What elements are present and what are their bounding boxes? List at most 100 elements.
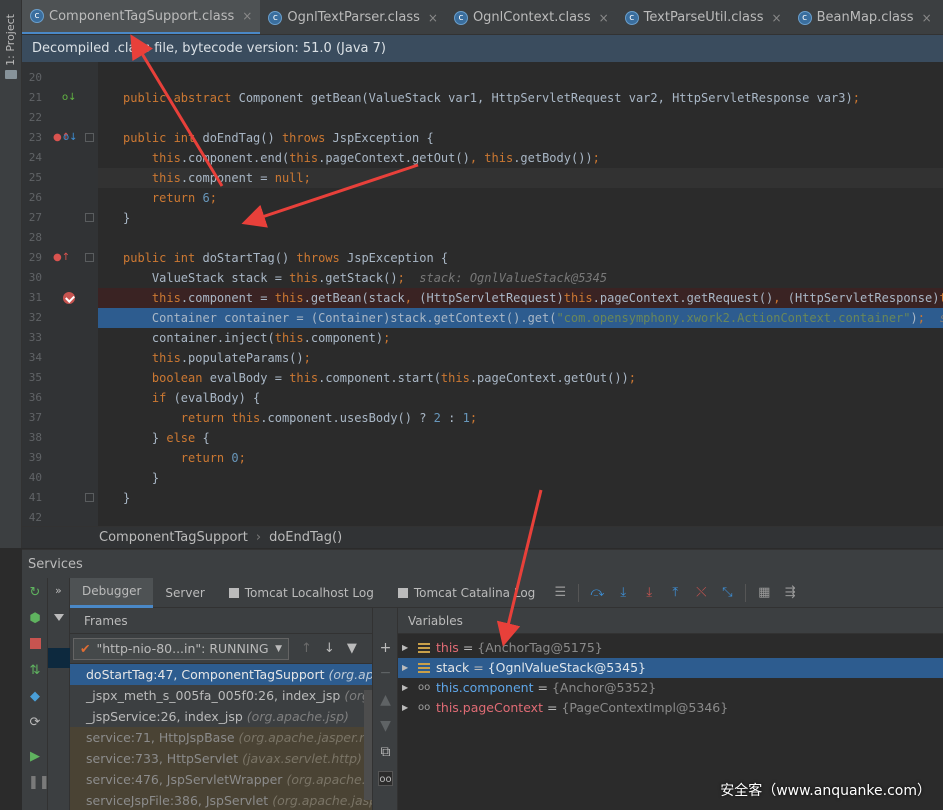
breadcrumb-class[interactable]: ComponentTagSupport [99, 530, 248, 545]
line-number[interactable]: 34 [22, 348, 42, 368]
move-up-icon[interactable]: ▲ [378, 693, 393, 708]
line-number[interactable]: 29 [22, 248, 42, 268]
chevron-right-icon[interactable]: » [55, 584, 62, 597]
line-number[interactable]: 42 [22, 508, 42, 528]
expand-arrow-icon[interactable]: ▶ [402, 678, 412, 698]
arrow-up-icon[interactable]: ↑ [301, 641, 312, 656]
code-line[interactable]: boolean evalBody = this.component.start(… [98, 368, 943, 388]
copy-icon[interactable]: ⧉ [378, 745, 393, 760]
line-number[interactable]: 35 [22, 368, 42, 388]
trace-icon[interactable]: ⇶ [780, 583, 800, 603]
close-icon[interactable]: × [242, 9, 252, 23]
overrides-icon[interactable]: ●↑ [53, 248, 70, 268]
frame-item[interactable]: doStartTag:47, ComponentTagSupport (org.… [70, 664, 372, 685]
filter-icon[interactable]: ▼ [347, 641, 357, 656]
tab-0[interactable]: c ComponentTagSupport.class × [22, 0, 261, 34]
deploy-icon[interactable]: ⇅ [28, 664, 42, 678]
resume-icon[interactable]: ▶ [28, 750, 42, 764]
line-number[interactable]: 31 [22, 288, 42, 308]
thread-select[interactable]: ✔ "http-nio-80...in": RUNNING ▼ [73, 637, 289, 660]
code-line[interactable] [98, 108, 943, 128]
fold-icon[interactable] [85, 133, 94, 142]
run-to-cursor-icon[interactable]: ⤡ [717, 583, 737, 603]
fold-icon[interactable] [85, 213, 94, 222]
remove-watch-icon[interactable]: − [378, 666, 393, 681]
code-line[interactable]: public abstract Component getBean(ValueS… [98, 88, 943, 108]
add-watch-icon[interactable]: + [378, 641, 393, 656]
expand-triangle-icon[interactable] [54, 614, 64, 621]
debugger-tab-1[interactable]: Server [153, 578, 216, 608]
group-icon[interactable]: ◆ [28, 690, 42, 704]
services-tree-selection[interactable] [48, 648, 70, 668]
line-number[interactable]: 26 [22, 188, 42, 208]
line-number[interactable]: 33 [22, 328, 42, 348]
expand-arrow-icon[interactable]: ▶ [402, 658, 412, 678]
line-number[interactable]: 40 [22, 468, 42, 488]
refresh-icon[interactable]: ⟳ [28, 716, 42, 730]
breakpoint-icon[interactable] [63, 292, 75, 304]
tab-2[interactable]: c OgnlContext.class × [446, 0, 617, 34]
code-line[interactable]: this.component.end(this.pageContext.getO… [98, 148, 943, 168]
line-number[interactable]: 20 [22, 68, 42, 88]
code-line[interactable]: if (evalBody) { [98, 388, 943, 408]
code-line[interactable]: } [98, 208, 943, 228]
folder-icon[interactable] [5, 70, 17, 79]
line-number[interactable]: 37 [22, 408, 42, 428]
force-step-into-icon[interactable]: ⤓ [639, 583, 659, 603]
frame-item[interactable]: _jspx_meth_s_005fa_005f0:26, index_jsp (… [70, 685, 372, 706]
close-icon[interactable]: × [428, 11, 438, 25]
tab-1[interactable]: c OgnlTextParser.class × [260, 0, 446, 34]
expand-arrow-icon[interactable]: ▶ [402, 638, 412, 658]
code-line[interactable] [98, 228, 943, 248]
line-number[interactable]: 22 [22, 108, 42, 128]
code-line[interactable] [98, 68, 943, 88]
arrow-down-icon[interactable]: ↓ [324, 641, 335, 656]
step-into-icon[interactable]: ⤓ [613, 583, 633, 603]
close-icon[interactable]: × [772, 11, 782, 25]
code-line[interactable]: public int doEndTag() throws JspExceptio… [98, 128, 943, 148]
move-down-icon[interactable]: ▼ [378, 719, 393, 734]
close-icon[interactable]: × [922, 11, 932, 25]
frames-scrollbar[interactable] [364, 690, 372, 800]
line-number[interactable]: 30 [22, 268, 42, 288]
rerun-icon[interactable]: ↻ [28, 586, 42, 600]
code-line[interactable]: this.populateParams(); [98, 348, 943, 368]
fold-icon[interactable] [85, 493, 94, 502]
step-out-icon[interactable]: ⤒ [665, 583, 685, 603]
variable-row[interactable]: ▶ oo this.pageContext = {PageContextImpl@534… [398, 698, 943, 718]
frame-item[interactable]: service:476, JspServletWrapper (org.apac… [70, 769, 372, 790]
frame-item[interactable]: serviceJspFile:386, JspServlet (org.apac… [70, 790, 372, 810]
debugger-tab-3[interactable]: Tomcat Catalina Log [386, 578, 547, 608]
implemented-icon[interactable]: o↓ [63, 128, 78, 148]
line-number[interactable]: 36 [22, 388, 42, 408]
frame-item[interactable]: _jspService:26, index_jsp (org.apache.js… [70, 706, 372, 727]
code-line[interactable]: } else { [98, 428, 943, 448]
implemented-icon[interactable]: o↓ [62, 88, 77, 108]
code-line[interactable]: ValueStack stack = this.getStack(); stac… [98, 268, 943, 288]
variable-row[interactable]: ▶ oo this.component = {Anchor@5352} [398, 678, 943, 698]
code-line[interactable] [98, 508, 943, 526]
code-line[interactable]: return this.component.usesBody() ? 2 : 1… [98, 408, 943, 428]
code-line[interactable]: return 0; [98, 448, 943, 468]
pause-icon[interactable]: ❚❚ [28, 776, 50, 790]
variable-row[interactable]: ▶ stack = {OgnlValueStack@5345} [398, 658, 943, 678]
stop-icon[interactable] [28, 638, 42, 652]
line-number[interactable]: 39 [22, 448, 42, 468]
update-app-icon[interactable]: ⬢ [28, 612, 42, 626]
line-number[interactable]: 27 [22, 208, 42, 228]
code-line[interactable]: } [98, 468, 943, 488]
code-editor[interactable]: public abstract Component getBean(ValueS… [98, 62, 943, 526]
frame-item[interactable]: service:71, HttpJspBase (org.apache.jasp… [70, 727, 372, 748]
variable-row[interactable]: ▶ this = {AnchorTag@5175} [398, 638, 943, 658]
debugger-tab-0[interactable]: Debugger [70, 577, 154, 608]
fold-icon[interactable] [85, 253, 94, 262]
watches-toggle-icon[interactable]: oo [378, 771, 393, 786]
line-number[interactable]: 25 [22, 168, 42, 188]
line-number[interactable]: 41 [22, 488, 42, 508]
code-line[interactable]: public int doStartTag() throws JspExcept… [98, 248, 943, 268]
tab-3[interactable]: c TextParseUtil.class × [617, 0, 790, 34]
code-line[interactable]: Container container = (Container)stack.g… [98, 308, 943, 328]
line-number[interactable]: 28 [22, 228, 42, 248]
code-line[interactable]: } [98, 488, 943, 508]
drop-frame-icon[interactable]: ⤬ [691, 583, 711, 603]
